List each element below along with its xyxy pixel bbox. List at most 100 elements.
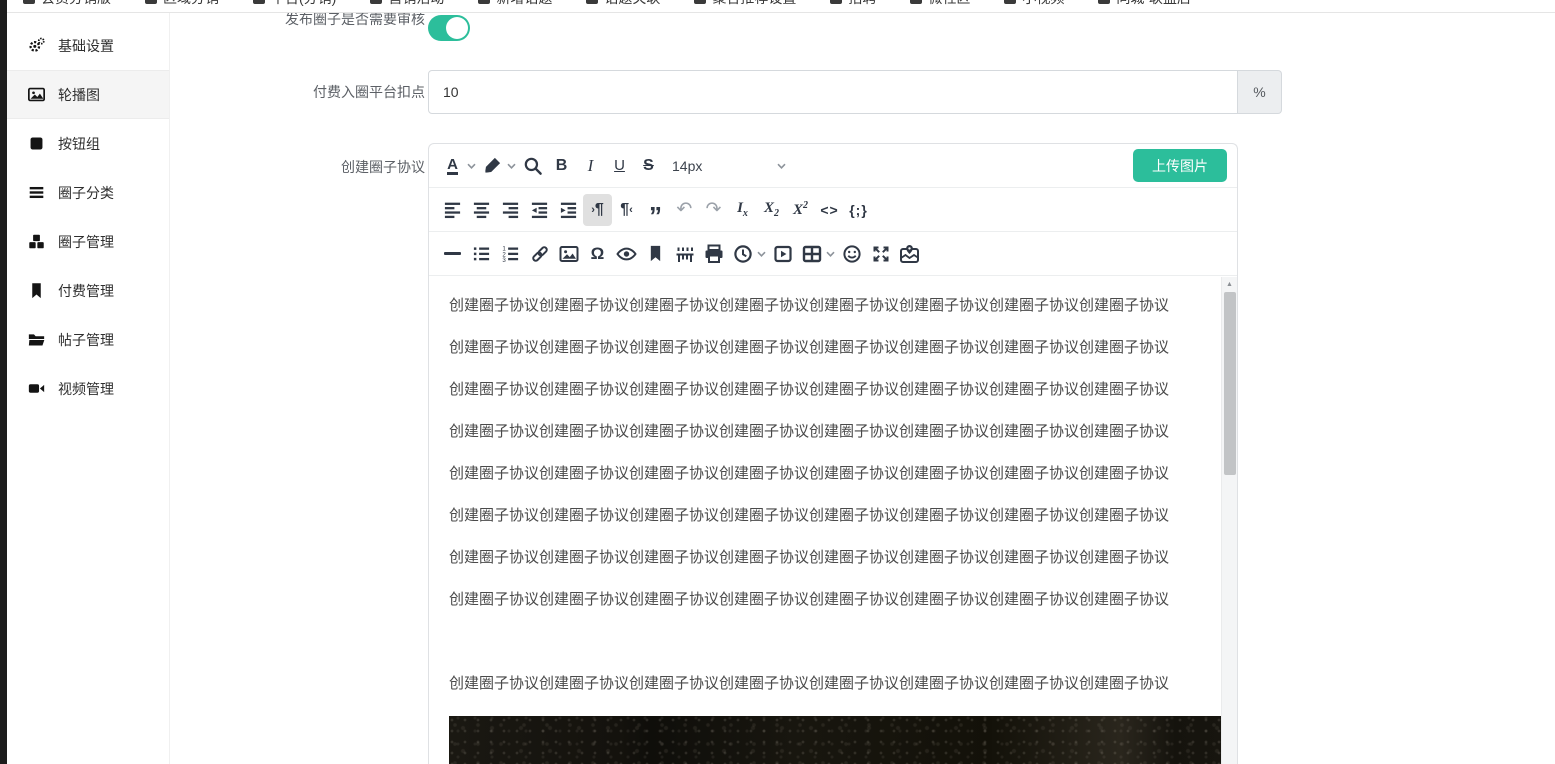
- indent-button[interactable]: [554, 194, 583, 226]
- sidebar-item-label: 视频管理: [58, 380, 114, 397]
- underline-button[interactable]: U: [605, 150, 634, 182]
- subscript-button[interactable]: X2: [757, 194, 786, 226]
- align-right-button[interactable]: [496, 194, 525, 226]
- plugin-icon: [586, 0, 599, 4]
- clock-icon: [733, 244, 752, 263]
- text-color-dropdown[interactable]: [464, 150, 478, 182]
- superscript-button[interactable]: X2: [786, 194, 815, 226]
- topbar-item-label: 同城-联盟店: [1116, 0, 1191, 8]
- chevron-down-icon: [466, 163, 476, 169]
- sidebar-item-paid-manage[interactable]: 付费管理: [7, 266, 169, 315]
- rtl-icon: ‹: [629, 203, 633, 216]
- plugin-icon: [694, 0, 707, 4]
- clear-formatting-button[interactable]: Ix: [728, 194, 757, 226]
- direction-rtl-button[interactable]: ¶ ‹: [612, 194, 641, 226]
- paragraph-glyph: ¶: [620, 200, 630, 218]
- insert-video-button[interactable]: [768, 238, 797, 270]
- sidebar-item-label: 按钮组: [58, 135, 100, 152]
- bookmark-button[interactable]: [641, 238, 670, 270]
- editor-paragraph: 创建圈子协议创建圈子协议创建圈子协议创建圈子协议创建圈子协议创建圈子协议创建圈子…: [449, 381, 1170, 398]
- editor-paragraph: 创建圈子协议创建圈子协议创建圈子协议创建圈子协议创建圈子协议创建圈子协议创建圈子…: [449, 465, 1170, 482]
- video-camera-icon: [28, 384, 45, 393]
- eye-icon: [616, 247, 637, 260]
- insert-image-button[interactable]: [554, 238, 583, 270]
- highlight-color-dropdown[interactable]: [504, 150, 518, 182]
- insert-table-button[interactable]: [797, 238, 826, 270]
- page-break-button[interactable]: [670, 238, 699, 270]
- font-size-dropdown[interactable]: 14px: [663, 150, 795, 182]
- audit-toggle-switch[interactable]: [428, 15, 470, 41]
- plugin-icon: [478, 0, 491, 4]
- sidebar-item-circle-category[interactable]: 圈子分类: [7, 168, 169, 217]
- strikethrough-button[interactable]: S: [634, 150, 663, 182]
- horizontal-rule-icon: [444, 252, 461, 255]
- smiley-icon: [842, 244, 861, 263]
- text-color-button[interactable]: A: [438, 150, 467, 182]
- plugin-icon: [23, 0, 35, 4]
- topbar-item[interactable]: 微社区: [910, 0, 970, 8]
- unordered-list-button[interactable]: [467, 238, 496, 270]
- insert-link-button[interactable]: [525, 238, 554, 270]
- scrollbar-up-arrow[interactable]: ▲: [1222, 277, 1237, 291]
- search-icon: [524, 157, 542, 175]
- percent-addon: %: [1238, 70, 1282, 114]
- topbar-item[interactable]: 招聘: [830, 0, 876, 8]
- align-left-icon: [444, 202, 461, 219]
- preview-button[interactable]: [612, 238, 641, 270]
- top-navbar: 会员分销版 区域分销 平台(分销) 营销活动 新增话题 话题关联 聚合推荐设置 …: [7, 0, 1555, 13]
- direction-ltr-button[interactable]: › ¶: [583, 193, 612, 226]
- ordered-list-button[interactable]: 123: [496, 238, 525, 270]
- sidebar-item-video-manage[interactable]: 视频管理: [7, 364, 169, 413]
- numbered-list-icon: 123: [502, 246, 519, 263]
- topbar-item[interactable]: 小视频: [1004, 0, 1064, 8]
- superscript-icon: X2: [792, 200, 808, 218]
- insert-time-dropdown[interactable]: [754, 238, 768, 270]
- undo-button[interactable]: ↶: [670, 194, 699, 226]
- chevron-down-icon: [506, 163, 516, 169]
- horizontal-rule-button[interactable]: [438, 238, 467, 270]
- editor-paragraph: 创建圈子协议创建圈子协议创建圈子协议创建圈子协议创建圈子协议创建圈子协议创建圈子…: [449, 423, 1170, 440]
- topbar-item[interactable]: 平台(分销): [253, 0, 336, 8]
- sidebar-item-post-manage[interactable]: 帖子管理: [7, 315, 169, 364]
- sidebar-item-basic-settings[interactable]: 基础设置: [7, 21, 169, 70]
- topbar-item[interactable]: 同城-联盟店: [1098, 0, 1191, 8]
- button-icon: [30, 137, 43, 150]
- emoticons-button[interactable]: [837, 238, 866, 270]
- topbar-item[interactable]: 新增话题: [478, 0, 552, 8]
- print-button[interactable]: [699, 238, 728, 270]
- sidebar-item-button-group[interactable]: 按钮组: [7, 119, 169, 168]
- find-button[interactable]: [518, 150, 547, 182]
- topbar-item[interactable]: 话题关联: [586, 0, 660, 8]
- align-center-button[interactable]: [467, 194, 496, 226]
- code-block-button[interactable]: {;}: [844, 194, 873, 226]
- editor-paragraph: 创建圈子协议创建圈子协议创建圈子协议创建圈子协议创建圈子协议创建圈子协议创建圈子…: [449, 549, 1170, 566]
- redo-button[interactable]: ↷: [699, 194, 728, 226]
- topbar-item[interactable]: 聚合推荐设置: [694, 0, 796, 8]
- topbar-item[interactable]: 区域分销: [145, 0, 219, 8]
- highlight-color-button[interactable]: [478, 150, 507, 182]
- plugin-icon: [830, 0, 843, 4]
- fullscreen-button[interactable]: [866, 238, 895, 270]
- insert-table-dropdown[interactable]: [823, 238, 837, 270]
- outdent-button[interactable]: [525, 194, 554, 226]
- editor-scrollbar[interactable]: ▲: [1221, 277, 1237, 764]
- clear-formatting-icon: Ix: [737, 200, 748, 219]
- inline-code-button[interactable]: <>: [815, 194, 844, 226]
- insert-map-button[interactable]: [895, 238, 924, 270]
- plugin-icon: [1004, 0, 1017, 4]
- topbar-item[interactable]: 会员分销版: [23, 0, 111, 8]
- sidebar-item-circle-manage[interactable]: 圈子管理: [7, 217, 169, 266]
- deduction-input[interactable]: [428, 70, 1238, 114]
- insert-time-button[interactable]: [728, 238, 757, 270]
- upload-image-button[interactable]: 上传图片: [1133, 149, 1227, 182]
- bold-button[interactable]: B: [547, 150, 576, 182]
- italic-button[interactable]: I: [576, 150, 605, 182]
- editor-content-area[interactable]: 创建圈子协议创建圈子协议创建圈子协议创建圈子协议创建圈子协议创建圈子协议创建圈子…: [429, 277, 1237, 764]
- sidebar-item-carousel[interactable]: 轮播图: [7, 70, 169, 119]
- special-characters-button[interactable]: Ω: [583, 238, 612, 270]
- align-left-button[interactable]: [438, 194, 467, 226]
- topbar-item[interactable]: 营销活动: [370, 0, 444, 8]
- scrollbar-thumb[interactable]: [1224, 292, 1236, 475]
- blockquote-button[interactable]: ”: [641, 194, 670, 229]
- chevron-down-icon: [825, 251, 835, 257]
